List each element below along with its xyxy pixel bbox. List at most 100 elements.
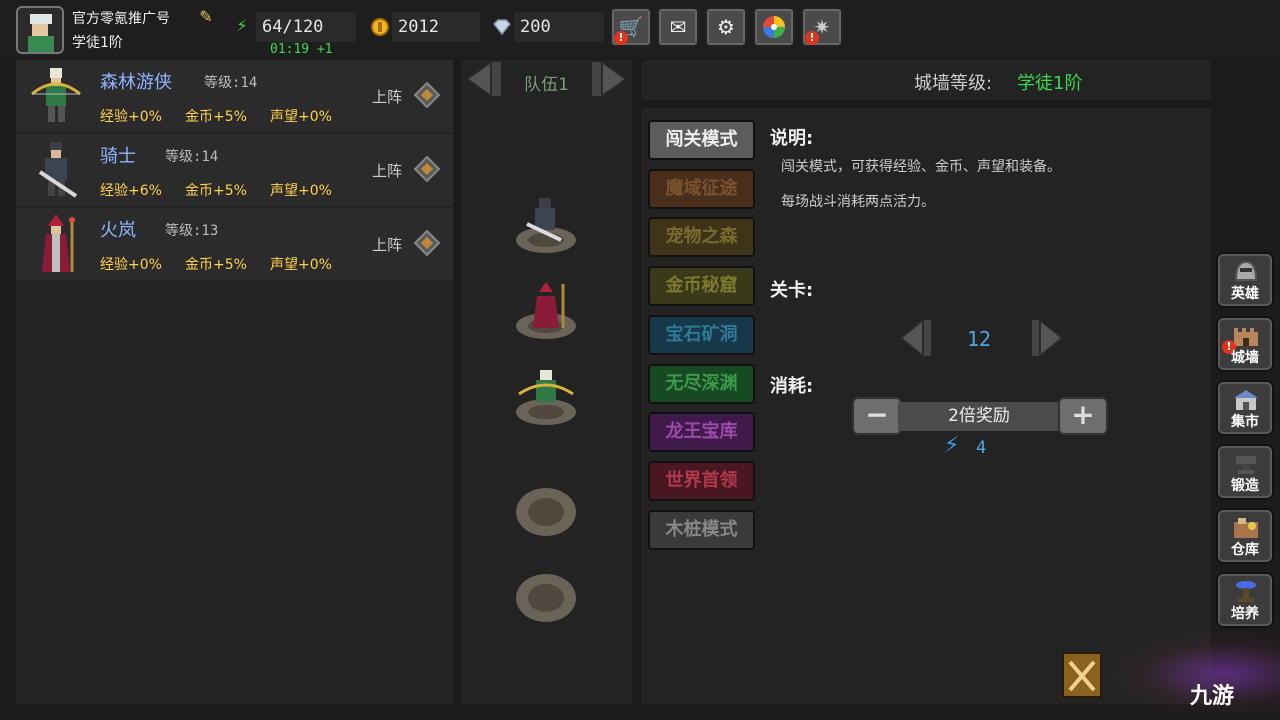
next-team-arrow-icon[interactable] — [590, 60, 630, 98]
mode-button[interactable]: 金币秘窟 — [648, 266, 755, 307]
wall-level-value: 学徒1阶 — [1017, 73, 1083, 94]
side-menu-label: 仓库 — [1231, 542, 1259, 558]
mode-button[interactable]: 世界首领 — [648, 460, 755, 501]
player-rank: 学徒1阶 — [72, 35, 123, 51]
castle-wall-icon — [1232, 324, 1260, 348]
team-slot-empty[interactable] — [513, 566, 579, 624]
prev-stage-arrow-icon[interactable] — [897, 318, 933, 358]
mail-icon: ✉ — [669, 15, 687, 39]
hero-level: 等级:13 — [165, 223, 219, 239]
forest-ranger-sprite-icon — [31, 68, 81, 122]
player-avatar[interactable] — [16, 6, 64, 54]
fire-mage-sprite-icon — [42, 214, 75, 272]
market-icon — [1232, 388, 1260, 412]
mode-button[interactable]: 木桩模式 — [648, 509, 755, 550]
decrease-multiplier-button[interactable]: − — [852, 397, 902, 435]
hero-gold-bonus: 金币+5% — [185, 257, 247, 273]
diamond-icon — [492, 17, 512, 37]
deploy-button[interactable] — [414, 156, 440, 182]
team-slot-knight[interactable] — [513, 196, 579, 254]
side-menu-label: 城墙 — [1231, 350, 1259, 366]
prize-wheel-button[interactable] — [753, 7, 795, 47]
fireworks-button[interactable]: ✷ ! — [801, 7, 843, 47]
side-menu-label: 集市 — [1231, 414, 1259, 430]
next-stage-arrow-icon[interactable] — [1030, 318, 1066, 358]
side-menu-button[interactable]: 锻造 — [1216, 444, 1274, 500]
hero-row[interactable]: 森林游侠 等级:14 经验+0% 金币+5% 声望+0% 上阵 — [16, 60, 453, 132]
deploy-button[interactable] — [414, 230, 440, 256]
settings-gear-icon: ⚙ — [717, 15, 735, 39]
diamond-value: 200 — [514, 12, 604, 42]
team-panel: 队伍1 — [461, 60, 632, 704]
side-menu-label: 锻造 — [1231, 478, 1259, 494]
deploy-label: 上阵 — [372, 88, 403, 106]
side-menu-button[interactable]: 英雄 — [1216, 252, 1274, 308]
mode-button[interactable]: 宠物之森 — [648, 217, 755, 258]
mode-button[interactable]: 无尽深渊 — [648, 363, 755, 404]
deploy-label: 上阵 — [372, 162, 403, 180]
hero-gold-bonus: 金币+5% — [185, 109, 247, 125]
increase-multiplier-button[interactable]: + — [1058, 397, 1108, 435]
warehouse-icon — [1232, 516, 1260, 540]
hero-reputation-bonus: 声望+0% — [270, 109, 332, 125]
battle-crossed-swords-icon[interactable] — [1062, 652, 1102, 698]
anvil-icon — [1232, 452, 1260, 476]
energy-cost-lightning-icon: ⚡ — [944, 433, 960, 458]
wall-level-label: 城墙等级: — [914, 73, 993, 94]
deploy-button[interactable] — [414, 82, 440, 108]
hero-reputation-bonus: 声望+0% — [270, 257, 332, 273]
side-menu-button[interactable]: 培养 — [1216, 572, 1274, 628]
hero-exp-bonus: 经验+6% — [100, 183, 162, 199]
edit-name-icon[interactable]: ✎ — [197, 8, 215, 26]
knight-sprite-icon — [38, 142, 78, 198]
energy-cost-value: 4 — [976, 438, 987, 458]
stage-title: 关卡: — [770, 280, 814, 301]
hero-gold-bonus: 金币+5% — [185, 183, 247, 199]
side-menu-label: 英雄 — [1231, 286, 1259, 302]
hero-exp-bonus: 经验+0% — [100, 109, 162, 125]
hero-level: 等级:14 — [165, 149, 219, 165]
hero-name: 火岚 — [100, 220, 136, 241]
gold-value: 2012 — [392, 12, 480, 42]
description-line: 闯关模式，可获得经验、金币、声望和装备。 — [781, 159, 1061, 175]
settings-button[interactable]: ⚙ — [705, 7, 747, 47]
hero-name: 森林游侠 — [100, 72, 172, 93]
chalice-icon — [1232, 580, 1260, 604]
description-title: 说明: — [770, 128, 814, 149]
watermark-logo: 九游 — [1190, 684, 1235, 709]
side-menu-button[interactable]: 集市 — [1216, 380, 1274, 436]
hero-helmet-icon — [1232, 260, 1260, 284]
reward-multiplier: 2倍奖励 — [898, 402, 1060, 431]
energy-value: 64/120 — [256, 12, 356, 42]
hero-level: 等级:14 — [204, 75, 258, 91]
stage-number: 12 — [966, 327, 992, 351]
team-slot-forest-ranger[interactable] — [513, 368, 579, 426]
cost-title: 消耗: — [770, 376, 814, 397]
hero-name: 骑士 — [100, 146, 136, 167]
team-slot-fire-mage[interactable] — [513, 282, 579, 340]
side-menu-button[interactable]: ! 城墙 — [1216, 316, 1274, 372]
hero-list-panel: 森林游侠 等级:14 经验+0% 金币+5% 声望+0% 上阵 骑士 等级:14… — [16, 60, 453, 704]
player-name: 官方零氪推广号 — [72, 11, 170, 27]
energy-timer: 01:19 +1 — [270, 42, 333, 57]
side-menu-label: 培养 — [1231, 606, 1259, 622]
mode-button[interactable]: 闯关模式 — [648, 120, 755, 160]
hero-reputation-bonus: 声望+0% — [270, 183, 332, 199]
team-slot-empty[interactable] — [513, 480, 579, 538]
description-line: 每场战斗消耗两点活力。 — [781, 194, 935, 210]
shop-button[interactable]: 🛒 ! — [610, 7, 652, 47]
hero-row[interactable]: 火岚 等级:13 经验+0% 金币+5% 声望+0% 上阵 — [16, 208, 453, 280]
mail-button[interactable]: ✉ — [657, 7, 699, 47]
mode-button[interactable]: 魔域征途 — [648, 168, 755, 209]
gold-coin-icon — [370, 17, 390, 37]
mode-button[interactable]: 龙王宝库 — [648, 412, 755, 453]
prize-wheel-icon — [763, 16, 785, 38]
energy-lightning-icon: ⚡ — [236, 16, 248, 35]
alert-badge-icon: ! — [805, 31, 819, 45]
alert-badge-icon: ! — [614, 31, 628, 45]
side-menu-button[interactable]: 仓库 — [1216, 508, 1274, 564]
hero-exp-bonus: 经验+0% — [100, 257, 162, 273]
mode-button[interactable]: 宝石矿洞 — [648, 314, 755, 355]
deploy-label: 上阵 — [372, 236, 403, 254]
hero-row[interactable]: 骑士 等级:14 经验+6% 金币+5% 声望+0% 上阵 — [16, 134, 453, 206]
